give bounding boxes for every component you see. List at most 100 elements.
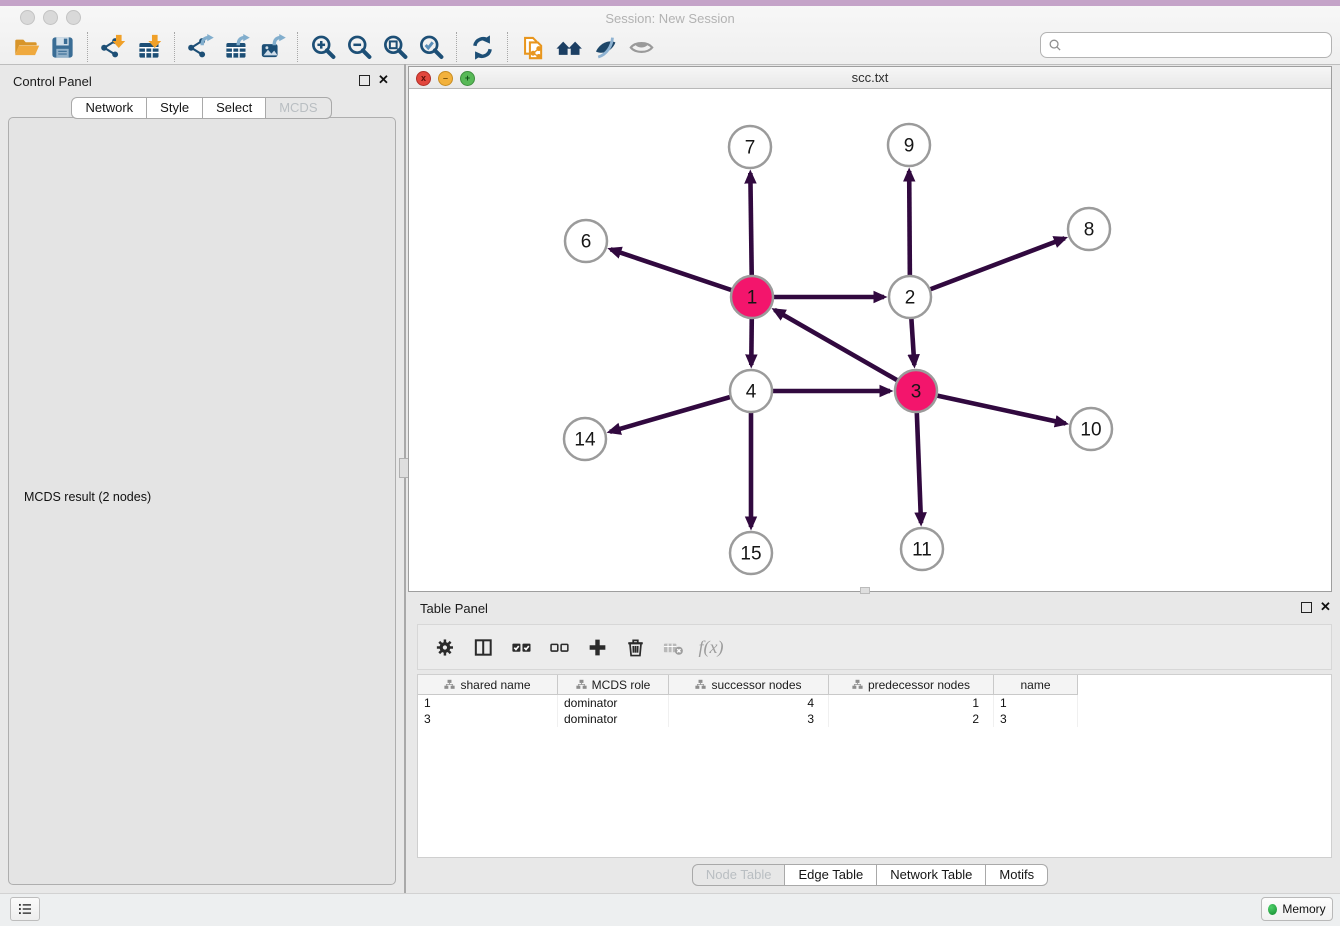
edge-2-8[interactable] bbox=[910, 238, 1065, 297]
zoom-in-button[interactable] bbox=[305, 31, 341, 63]
zoom-selected-button[interactable] bbox=[413, 31, 449, 63]
control-panel-float-icon[interactable] bbox=[359, 75, 370, 86]
application-window: Session: New Session Control Panel ✕ Net… bbox=[0, 0, 1340, 926]
table-tab-network-table[interactable]: Network Table bbox=[877, 864, 986, 886]
list-icon bbox=[16, 900, 34, 918]
tab-network[interactable]: Network bbox=[71, 97, 147, 119]
column-header-name[interactable]: name bbox=[994, 675, 1078, 695]
open-button[interactable] bbox=[8, 31, 44, 63]
select-all-button[interactable] bbox=[502, 629, 540, 665]
graph-node-3[interactable]: 3 bbox=[895, 370, 937, 412]
list-panel-button[interactable] bbox=[10, 897, 40, 921]
table-panel-close-icon[interactable]: ✕ bbox=[1320, 601, 1331, 612]
graph-node-10[interactable]: 10 bbox=[1070, 408, 1112, 450]
delete-table-button[interactable] bbox=[654, 629, 692, 665]
settings-button[interactable] bbox=[426, 629, 464, 665]
table-tab-node-table[interactable]: Node Table bbox=[692, 864, 786, 886]
columns-button[interactable] bbox=[464, 629, 502, 665]
tab-mcds[interactable]: MCDS bbox=[266, 97, 331, 119]
graph-node-2[interactable]: 2 bbox=[889, 276, 931, 318]
graph-node-11[interactable]: 11 bbox=[901, 528, 943, 570]
graph-node-15[interactable]: 15 bbox=[730, 532, 772, 574]
import-network-button[interactable] bbox=[95, 31, 131, 63]
toolbar-separator bbox=[507, 32, 508, 62]
control-panel-close-icon[interactable]: ✕ bbox=[378, 74, 389, 85]
zoom-in-icon bbox=[310, 34, 337, 61]
horizontal-splitter-handle[interactable] bbox=[860, 587, 870, 594]
export-image-button[interactable] bbox=[254, 31, 290, 63]
column-header-label: predecessor nodes bbox=[868, 678, 970, 692]
edge-3-1[interactable] bbox=[775, 310, 916, 391]
function-builder-button[interactable]: f(x) bbox=[692, 629, 730, 665]
column-header-label: name bbox=[1020, 678, 1050, 692]
node-table[interactable]: shared nameMCDS rolesuccessor nodes prede… bbox=[417, 674, 1332, 858]
zoom-fit-button[interactable] bbox=[377, 31, 413, 63]
table-tab-edge-table[interactable]: Edge Table bbox=[785, 864, 877, 886]
search-icon bbox=[1047, 37, 1064, 54]
delete-table-icon bbox=[662, 636, 685, 659]
table-row[interactable]: 1dominator411 bbox=[418, 695, 1331, 711]
column-header-MCDS-role[interactable]: MCDS role bbox=[558, 675, 669, 695]
cell-successor-nodes[interactable]: 3 bbox=[669, 711, 829, 727]
export-table-button[interactable] bbox=[218, 31, 254, 63]
vertical-splitter[interactable] bbox=[404, 64, 406, 893]
select-all-icon bbox=[510, 636, 533, 659]
cell-shared-name[interactable]: 1 bbox=[418, 695, 558, 711]
memory-button[interactable]: Memory bbox=[1261, 897, 1333, 921]
column-header-shared-name[interactable]: shared name bbox=[418, 675, 558, 695]
cell-MCDS-role[interactable]: dominator bbox=[558, 695, 669, 711]
save-button[interactable] bbox=[44, 31, 80, 63]
tab-select[interactable]: Select bbox=[203, 97, 266, 119]
open-icon bbox=[13, 34, 40, 61]
cell-shared-name[interactable]: 3 bbox=[418, 711, 558, 727]
toolbar-separator bbox=[297, 32, 298, 62]
network-maximize-button[interactable]: + bbox=[460, 71, 475, 86]
mcds-result-title: MCDS result (2 nodes) bbox=[20, 490, 155, 504]
graph-node-14[interactable]: 14 bbox=[564, 418, 606, 460]
edge-1-6[interactable] bbox=[611, 249, 752, 297]
edge-3-10[interactable] bbox=[916, 391, 1066, 423]
graph-node-1[interactable]: 1 bbox=[731, 276, 773, 318]
cell-successor-nodes[interactable]: 4 bbox=[669, 695, 829, 711]
show-hide-icon bbox=[628, 34, 655, 61]
status-bar bbox=[0, 893, 1340, 926]
column-header-successor-nodes[interactable]: successor nodes bbox=[669, 675, 829, 695]
shared-column-icon bbox=[444, 679, 455, 690]
graph-node-8[interactable]: 8 bbox=[1068, 208, 1110, 250]
network-minimize-button[interactable]: – bbox=[438, 71, 453, 86]
cell-MCDS-role[interactable]: dominator bbox=[558, 711, 669, 727]
network-graph-canvas[interactable]: 7 9 6 8 1 2 4 3 14 10 15 11 bbox=[409, 89, 1331, 591]
refresh-button[interactable] bbox=[464, 31, 500, 63]
search-box[interactable] bbox=[1040, 32, 1332, 58]
graph-node-7[interactable]: 7 bbox=[729, 126, 771, 168]
graph-node-9[interactable]: 9 bbox=[888, 124, 930, 166]
table-panel-float-icon[interactable] bbox=[1301, 602, 1312, 613]
cell-name[interactable]: 3 bbox=[994, 711, 1078, 727]
import-table-button[interactable] bbox=[131, 31, 167, 63]
clone-network-button[interactable] bbox=[515, 31, 551, 63]
save-icon bbox=[49, 34, 76, 61]
graph-node-6[interactable]: 6 bbox=[565, 220, 607, 262]
home-button[interactable] bbox=[551, 31, 587, 63]
home-icon bbox=[556, 34, 583, 61]
export-network-button[interactable] bbox=[182, 31, 218, 63]
cell-name[interactable]: 1 bbox=[994, 695, 1078, 711]
network-window-titlebar[interactable]: x – + scc.txt bbox=[409, 67, 1331, 89]
deselect-all-button[interactable] bbox=[540, 629, 578, 665]
show-hide-button[interactable] bbox=[623, 31, 659, 63]
graph-node-4[interactable]: 4 bbox=[730, 370, 772, 412]
cell-predecessor-nodes[interactable]: 1 bbox=[829, 695, 994, 711]
delete-row-button[interactable] bbox=[616, 629, 654, 665]
column-header-predecessor-nodes[interactable]: predecessor nodes bbox=[829, 675, 994, 695]
cell-predecessor-nodes[interactable]: 2 bbox=[829, 711, 994, 727]
svg-text:10: 10 bbox=[1080, 420, 1101, 441]
add-row-button[interactable] bbox=[578, 629, 616, 665]
table-tab-motifs[interactable]: Motifs bbox=[986, 864, 1048, 886]
network-close-button[interactable]: x bbox=[416, 71, 431, 86]
shared-column-icon bbox=[852, 679, 863, 690]
vizmapper-button[interactable] bbox=[587, 31, 623, 63]
tab-style[interactable]: Style bbox=[147, 97, 203, 119]
table-row[interactable]: 3dominator323 bbox=[418, 711, 1331, 727]
zoom-out-button[interactable] bbox=[341, 31, 377, 63]
search-input[interactable] bbox=[1064, 34, 1331, 56]
